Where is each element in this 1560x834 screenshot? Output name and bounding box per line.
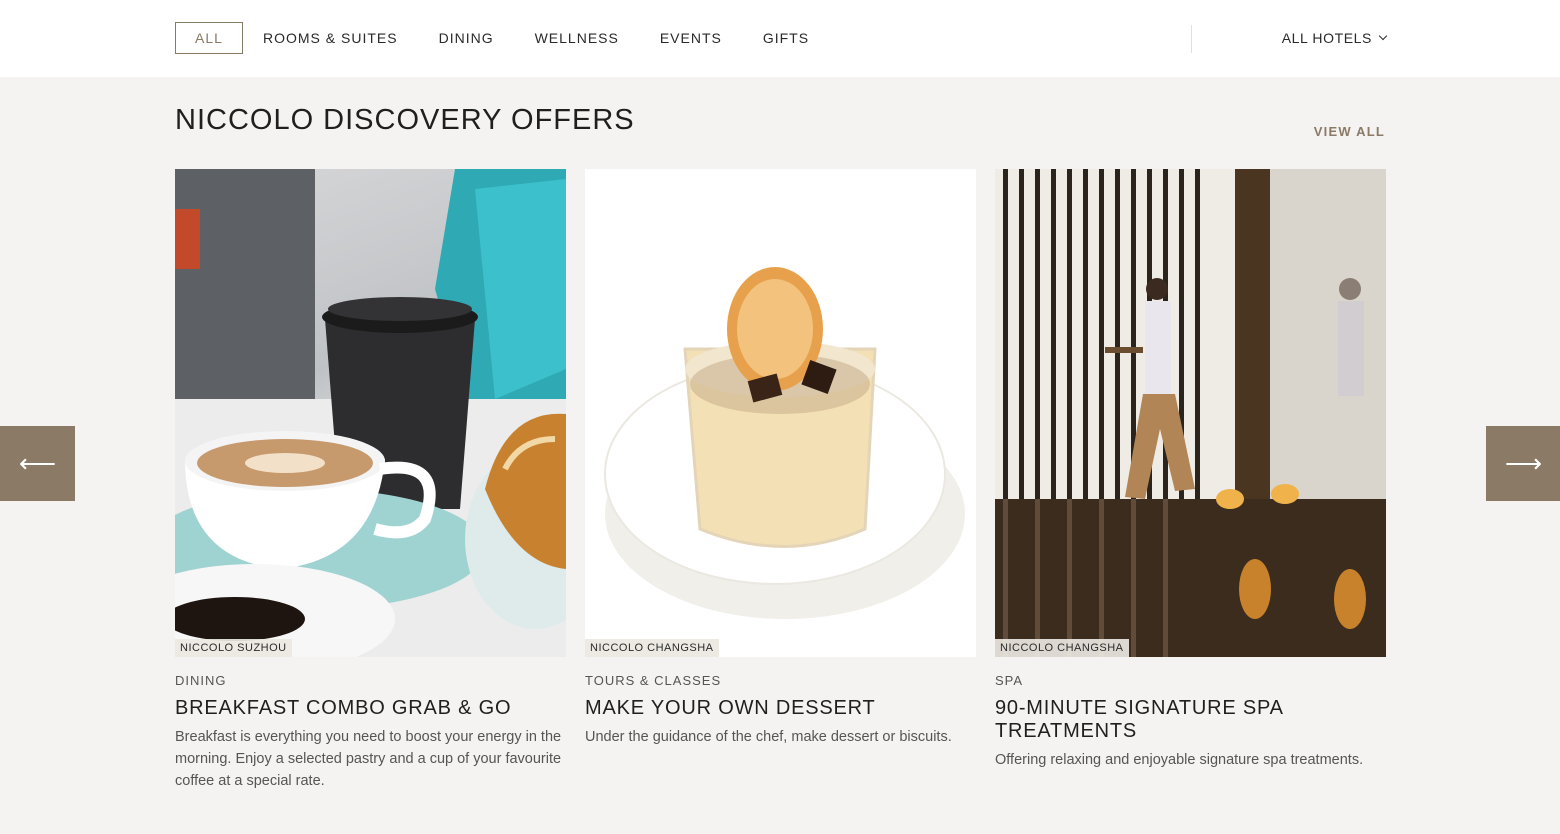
offer-category: SPA bbox=[995, 673, 1024, 688]
hotel-filter-label: ALL HOTELS bbox=[1281, 30, 1372, 46]
section-title: NICCOLO DISCOVERY OFFERS bbox=[175, 104, 635, 136]
carousel-prev-button[interactable]: ⟵ bbox=[0, 426, 75, 501]
offer-title[interactable]: BREAKFAST COMBO GRAB & GO bbox=[175, 697, 566, 720]
chevron-down-icon bbox=[1378, 31, 1388, 41]
dessert-photo bbox=[604, 267, 965, 619]
offer-title[interactable]: 90-MINUTE SIGNATURE SPA TREATMENTS bbox=[995, 697, 1386, 743]
arrow-left-icon: ⟵ bbox=[18, 448, 57, 478]
category-tabs: ALL ROOMS & SUITES DINING WELLNESS EVENT… bbox=[175, 22, 850, 54]
hotel-filter-dropdown[interactable]: ALL HOTELS bbox=[1281, 30, 1388, 46]
hotel-tag: NICCOLO CHANGSHA bbox=[995, 639, 1129, 657]
hotel-tag: NICCOLO SUZHOU bbox=[175, 639, 292, 657]
offer-category: TOURS & CLASSES bbox=[585, 673, 722, 688]
offer-image-spa[interactable]: NICCOLO CHANGSHA bbox=[995, 169, 1386, 657]
tab-dining[interactable]: DINING bbox=[439, 30, 494, 46]
offer-card: NICCOLO CHANGSHA SPA 90-MINUTE SIGNATURE… bbox=[995, 169, 1386, 771]
arrow-right-icon: ⟶ bbox=[1504, 448, 1543, 478]
tab-gifts[interactable]: GIFTS bbox=[763, 30, 809, 46]
nav-divider bbox=[1191, 25, 1192, 53]
tab-rooms-suites[interactable]: ROOMS & SUITES bbox=[263, 30, 398, 46]
offer-card: NICCOLO CHANGSHA TOURS & CLASSES MAKE YO… bbox=[585, 169, 976, 748]
view-all-link[interactable]: VIEW ALL bbox=[1314, 124, 1385, 139]
top-nav-bar: ALL ROOMS & SUITES DINING WELLNESS EVENT… bbox=[0, 0, 1560, 77]
carousel-next-button[interactable]: ⟶ bbox=[1486, 426, 1560, 501]
offer-description: Breakfast is everything you need to boos… bbox=[175, 729, 562, 789]
breakfast-photo bbox=[175, 169, 566, 657]
offer-card: NICCOLO SUZHOU DINING BREAKFAST COMBO GR… bbox=[175, 169, 566, 792]
tab-wellness[interactable]: WELLNESS bbox=[535, 30, 619, 46]
tab-all[interactable]: ALL bbox=[175, 22, 243, 54]
offer-image-breakfast[interactable]: NICCOLO SUZHOU bbox=[175, 169, 566, 657]
tab-events[interactable]: EVENTS bbox=[660, 30, 722, 46]
spa-photo bbox=[995, 169, 1386, 657]
offer-category: DINING bbox=[175, 673, 227, 688]
offer-image-dessert[interactable]: NICCOLO CHANGSHA bbox=[585, 169, 976, 657]
offer-title[interactable]: MAKE YOUR OWN DESSERT bbox=[585, 697, 976, 720]
hotel-tag: NICCOLO CHANGSHA bbox=[585, 639, 719, 657]
offer-description: Offering relaxing and enjoyable signatur… bbox=[995, 752, 1364, 768]
offer-description: Under the guidance of the chef, make des… bbox=[585, 729, 952, 745]
